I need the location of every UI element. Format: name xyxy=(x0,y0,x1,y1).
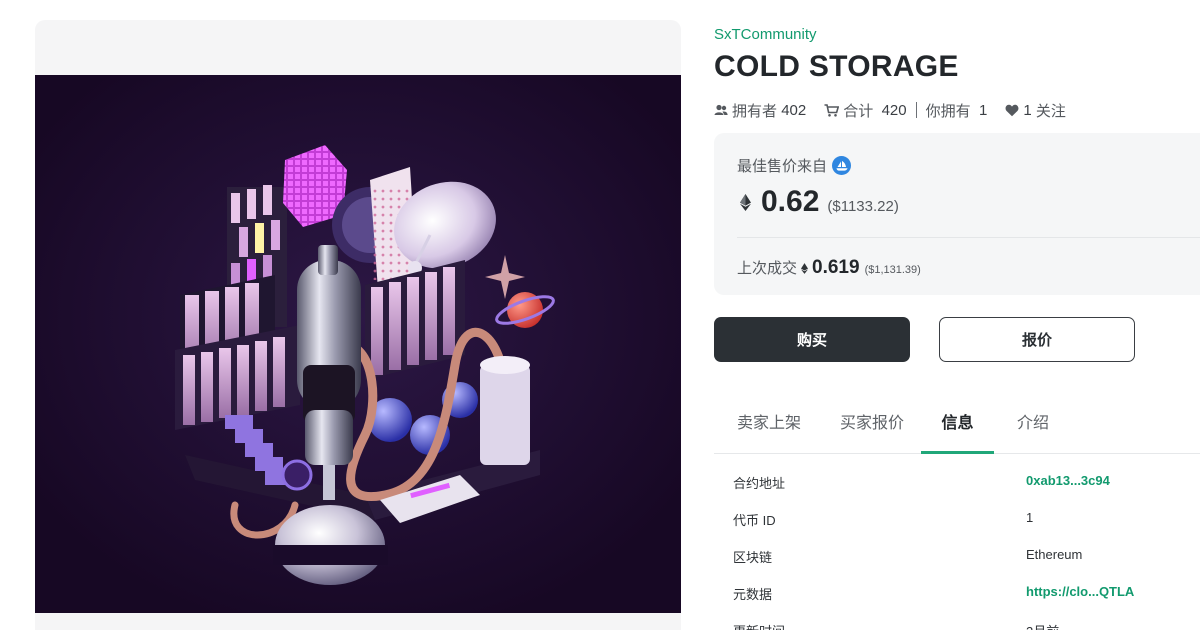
make-offer-button[interactable]: 报价 xyxy=(939,317,1135,362)
info-row-blockchain: 区块链 Ethereum xyxy=(714,536,1200,573)
info-label: 合约地址 xyxy=(733,476,786,491)
stats-divider xyxy=(915,102,917,118)
info-value: 2月前 xyxy=(1026,621,1059,630)
cart-icon xyxy=(824,103,840,117)
info-row-token-id: 代币 ID 1 xyxy=(714,499,1200,536)
total-count: 420 xyxy=(881,101,907,119)
best-price-label: 最佳售价来自 xyxy=(737,158,828,175)
tab-offers[interactable]: 买家报价 xyxy=(840,404,904,454)
nft-artwork-image[interactable] xyxy=(35,75,681,613)
last-sale-usd: ($1,131.39) xyxy=(864,264,921,276)
last-sale: 上次成交 0.619 ($1,131.39) xyxy=(737,257,921,279)
owners-count: 402 xyxy=(781,101,807,119)
price-usd: ($1133.22) xyxy=(827,198,899,215)
nft-title: COLD STORAGE xyxy=(714,50,959,83)
buy-button[interactable]: 购买 xyxy=(714,317,910,362)
info-label: 区块链 xyxy=(733,550,773,565)
info-label: 更新时间 xyxy=(733,621,785,630)
favorites-count: 1 xyxy=(1023,101,1032,119)
detail-tabs: 卖家上架 买家报价 信息 介绍 xyxy=(714,404,1200,454)
you-own-label: 你拥有 xyxy=(925,102,971,120)
info-value: 1 xyxy=(1026,510,1034,525)
people-icon xyxy=(714,104,728,115)
favorites-label: 关注 xyxy=(1035,102,1066,120)
you-own-count: 1 xyxy=(978,101,988,119)
info-row-updated: 更新时间 2月前 xyxy=(714,610,1200,630)
price-value: 0.62 xyxy=(761,185,820,218)
current-price: 0.62 ($1133.22) xyxy=(737,185,899,219)
tab-info[interactable]: 信息 xyxy=(921,404,994,454)
info-value: Ethereum xyxy=(1026,547,1083,562)
best-price-source: 最佳售价来自 xyxy=(737,155,852,176)
favorites-stat[interactable]: 1 关注 xyxy=(1005,100,1066,121)
stats-row: 拥有者 402 合计 420 你拥有 1 1 关注 xyxy=(714,100,1066,120)
ethereum-icon xyxy=(740,193,751,211)
panel-divider xyxy=(737,237,1200,238)
info-label: 代币 ID xyxy=(733,513,776,528)
last-sale-value: 0.619 xyxy=(812,257,860,278)
info-row-contract: 合约地址 0xab13...3c94 xyxy=(714,462,1200,499)
info-row-metadata: 元数据 https://clo...QTLA xyxy=(714,573,1200,610)
ethereum-icon xyxy=(801,262,809,274)
heart-icon xyxy=(1005,104,1019,116)
tab-listings[interactable]: 卖家上架 xyxy=(737,404,801,454)
collection-link[interactable]: SxTCommunity xyxy=(714,26,817,43)
total-stat[interactable]: 合计 420 xyxy=(824,100,907,121)
marketplace-boat-icon[interactable] xyxy=(832,156,852,175)
owners-label: 拥有者 xyxy=(732,102,778,120)
contract-address-link[interactable]: 0xab13...3c94 xyxy=(1026,473,1110,488)
info-table: 合约地址 0xab13...3c94 代币 ID 1 区块链 Ethereum … xyxy=(714,462,1200,630)
owners-stat[interactable]: 拥有者 402 xyxy=(714,100,806,121)
info-label: 元数据 xyxy=(733,587,773,602)
price-panel: 最佳售价来自 0.62 ($1133.22) 上次成交 0.619 ($1,13… xyxy=(714,133,1200,295)
nft-media-card xyxy=(35,20,681,630)
last-sale-label: 上次成交 xyxy=(737,260,798,277)
you-own-stat[interactable]: 你拥有 1 xyxy=(926,100,988,121)
tab-description[interactable]: 介绍 xyxy=(1017,404,1049,454)
metadata-link[interactable]: https://clo...QTLA xyxy=(1026,584,1134,599)
total-label: 合计 xyxy=(843,102,874,120)
